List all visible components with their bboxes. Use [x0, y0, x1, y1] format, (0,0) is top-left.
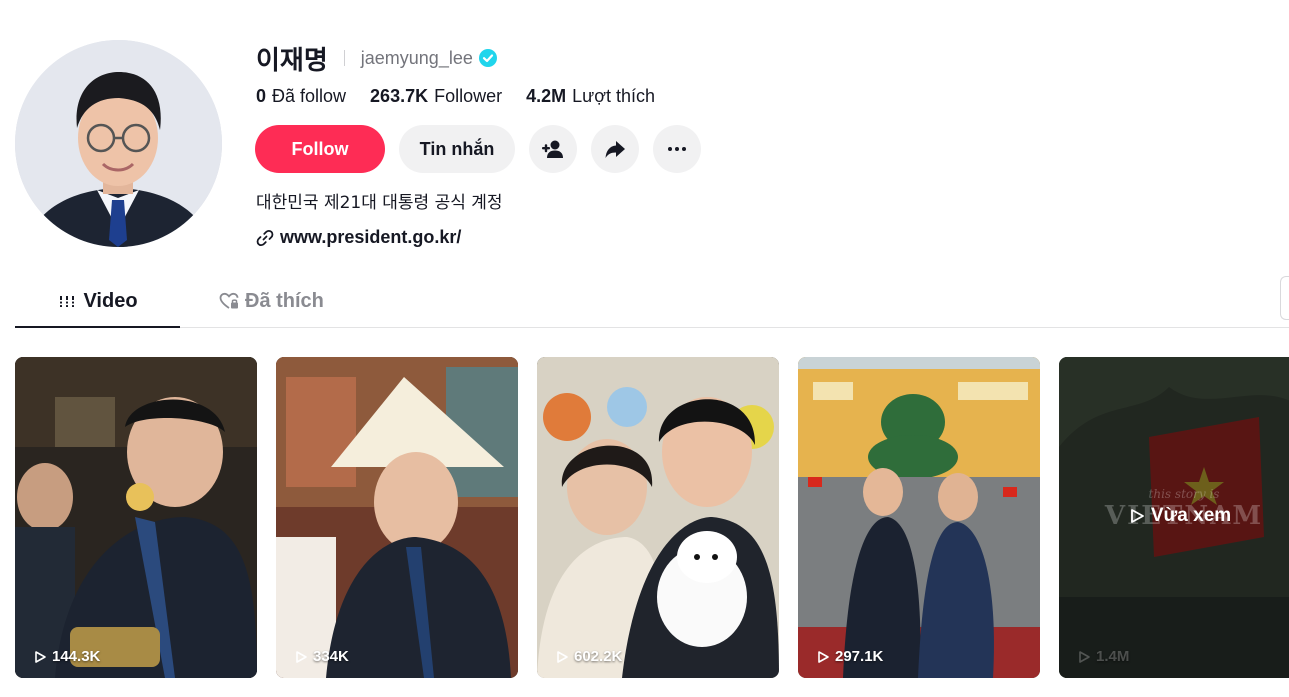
play-icon — [557, 650, 568, 663]
message-button[interactable]: Tin nhắn — [399, 125, 515, 173]
heart-lock-icon — [219, 292, 239, 309]
followers-count: 263.7K — [370, 85, 429, 106]
tab-video-label: Video — [83, 289, 138, 312]
likes-count: 4.2M — [526, 85, 567, 106]
video-thumbnail — [798, 357, 1040, 678]
avatar[interactable] — [15, 40, 222, 247]
tab-liked-label: Đã thích — [245, 289, 324, 312]
play-icon — [1130, 509, 1144, 523]
view-count-value: 334K — [313, 648, 349, 665]
follow-button[interactable]: Follow — [255, 125, 385, 173]
view-count-value: 297.1K — [835, 648, 884, 665]
side-panel-handle[interactable] — [1280, 276, 1289, 320]
likes-label: Lượt thích — [572, 85, 656, 106]
following-label: Đã follow — [272, 85, 347, 106]
name-row: 이재명 jaemyung_lee — [256, 38, 497, 78]
add-user-icon — [542, 140, 563, 158]
link-icon — [256, 229, 274, 246]
tab-liked[interactable]: Đã thích — [219, 276, 324, 326]
profile-photo — [15, 40, 222, 247]
watched-label: Vừa xem — [1059, 505, 1289, 527]
video-grid: 144.3K 334K 602.2K 297.1K this story is … — [15, 357, 1289, 678]
video-thumbnail — [537, 357, 779, 678]
following-stat[interactable]: 0 Đã follow — [256, 86, 346, 107]
bio-text: 대한민국 제21대 대통령 공식 계정 — [256, 193, 503, 213]
profile-tabs: Video Đã thích — [15, 276, 1289, 328]
video-card[interactable]: 144.3K — [15, 357, 257, 678]
view-count: 144.3K — [33, 648, 100, 665]
play-icon — [818, 650, 829, 663]
display-name: 이재명 — [256, 45, 328, 76]
profile-page: 이재명 jaemyung_lee 0 Đã follow 263.7K Foll… — [0, 0, 1289, 697]
link-text: www.president.go.kr/ — [280, 227, 462, 247]
view-count: 334K — [294, 648, 349, 665]
play-icon — [35, 650, 46, 663]
tab-video[interactable]: Video — [15, 276, 180, 328]
video-card[interactable]: 602.2K — [537, 357, 779, 678]
more-button[interactable] — [653, 125, 701, 173]
view-count: 297.1K — [816, 648, 883, 665]
followers-stat[interactable]: 263.7K Follower — [370, 86, 502, 107]
grid-icon — [59, 296, 76, 307]
verified-badge-icon — [478, 49, 497, 67]
name-divider — [343, 50, 345, 66]
stats-row: 0 Đã follow 263.7K Follower 4.2M Lượt th… — [256, 84, 679, 108]
view-count: 1.4M — [1077, 648, 1129, 665]
video-card[interactable]: 297.1K — [798, 357, 1040, 678]
add-friend-button[interactable] — [529, 125, 577, 173]
more-icon — [668, 147, 686, 151]
profile-link[interactable]: www.president.go.kr/ — [256, 227, 461, 248]
play-icon — [296, 650, 307, 663]
watched-label-text: Vừa xem — [1150, 505, 1232, 526]
video-thumbnail — [15, 357, 257, 678]
share-icon — [605, 141, 625, 158]
play-icon — [1079, 650, 1090, 663]
username: jaemyung_lee — [360, 47, 473, 68]
share-button[interactable] — [591, 125, 639, 173]
view-count-value: 602.2K — [574, 648, 623, 665]
overlay-small-text: this story is — [1148, 487, 1220, 501]
view-count-value: 1.4M — [1096, 648, 1130, 665]
video-card[interactable]: this story is VIETNAM Vừa xem 1.4M — [1059, 357, 1289, 678]
likes-stat: 4.2M Lượt thích — [526, 86, 655, 107]
view-count: 602.2K — [555, 648, 622, 665]
followers-label: Follower — [434, 85, 503, 106]
video-card[interactable]: 334K — [276, 357, 518, 678]
following-count: 0 — [256, 85, 267, 106]
video-thumbnail — [276, 357, 518, 678]
profile-actions: Follow Tin nhắn — [255, 125, 715, 173]
view-count-value: 144.3K — [52, 648, 101, 665]
